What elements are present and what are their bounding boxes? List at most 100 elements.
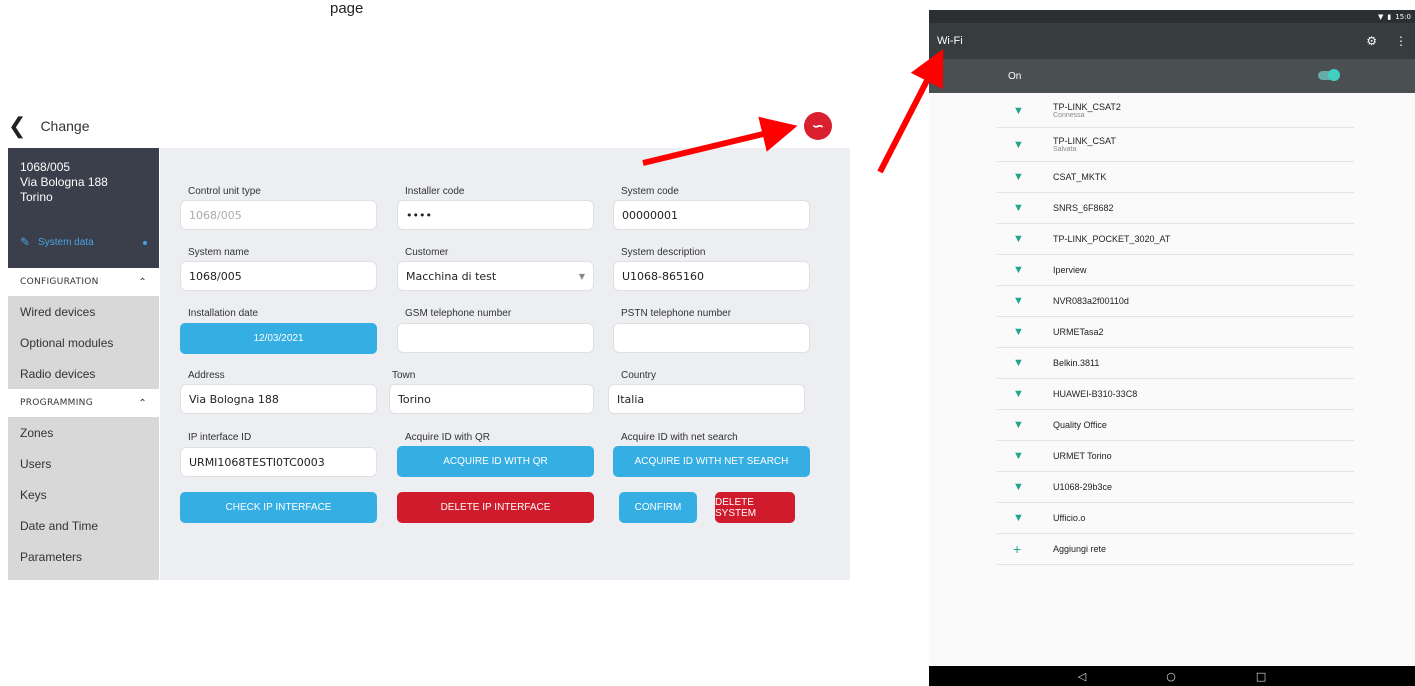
sidebar-item-parameters[interactable]: Parameters	[8, 541, 159, 572]
system-code-field[interactable]: 00000001	[613, 200, 810, 230]
navigation-bar: ◁ ○ □	[929, 666, 1415, 686]
battery-icon: ▮	[1387, 12, 1392, 21]
ip-interface-id-label: IP interface ID	[188, 432, 252, 443]
recents-square-icon[interactable]: □	[1256, 670, 1266, 683]
toggle-label: On	[1008, 70, 1022, 82]
delete-system-button[interactable]: DELETE SYSTEM	[715, 492, 795, 523]
address-label: Address	[188, 370, 225, 381]
list-item[interactable]: ▼ Iperview	[997, 255, 1354, 286]
system-description-field[interactable]: U1068-865160	[613, 261, 810, 291]
android-wifi-screen: ▼ ▮ 15:0 Wi-Fi ⚙ ⋮ On ▼ TP-LINK_CSAT2 Con…	[929, 10, 1415, 686]
wifi-locked-icon: ▼	[1013, 388, 1024, 400]
home-circle-icon[interactable]: ○	[1166, 670, 1176, 683]
chevron-up-icon: ⌃	[138, 397, 147, 409]
wifi-toolbar: Wi-Fi ⚙ ⋮	[929, 23, 1415, 59]
system-id: 1068/005	[20, 160, 71, 174]
app-header: ❮ Change	[8, 112, 178, 140]
back-chevron-icon[interactable]: ❮	[8, 114, 26, 139]
active-dot	[143, 240, 147, 245]
sidebar-item-users[interactable]: Users	[8, 448, 159, 479]
list-item[interactable]: ▼ Quality Office	[997, 410, 1354, 441]
pstn-number-field[interactable]	[613, 323, 810, 353]
top-note: page	[330, 0, 364, 17]
sidebar: 1068/005 Via Bologna 188 Torino ✎ System…	[8, 148, 159, 580]
town-field[interactable]: Torino	[389, 384, 594, 414]
wifi-locked-icon: ▼	[1013, 171, 1024, 183]
acquire-id-net-button[interactable]: ACQUIRE ID WITH NET SEARCH	[613, 446, 810, 477]
wifi-signal-icon: ▼	[1378, 12, 1384, 21]
sidebar-item-optional-modules[interactable]: Optional modules	[8, 327, 159, 358]
list-item[interactable]: ▼ Ufficio.o	[997, 503, 1354, 534]
list-item[interactable]: ▼ URMET Torino	[997, 441, 1354, 472]
wifi-locked-icon: ▼	[1013, 104, 1024, 117]
wifi-locked-icon: ▼	[1013, 326, 1024, 338]
sidebar-item-radio-devices[interactable]: Radio devices	[8, 358, 159, 389]
acquire-id-qr-button[interactable]: ACQUIRE ID WITH QR	[397, 446, 594, 477]
list-item[interactable]: ▼ TP-LINK_CSAT2 Connessa	[997, 94, 1354, 128]
pencil-icon: ✎	[20, 235, 31, 249]
overflow-menu-icon[interactable]: ⋮	[1395, 34, 1407, 48]
customer-select[interactable]: Macchina di test ▼	[397, 261, 594, 291]
wifi-toggle-row[interactable]: On	[929, 59, 1415, 93]
delete-ip-interface-button[interactable]: DELETE IP INTERFACE	[397, 492, 594, 523]
system-description-label: System description	[621, 247, 706, 258]
ip-interface-id-field[interactable]: URMI1068TESTI0TC0003	[180, 447, 377, 477]
list-item[interactable]: ▼ URMETasa2	[997, 317, 1354, 348]
sidebar-item-wired-devices[interactable]: Wired devices	[8, 296, 159, 327]
list-item[interactable]: ▼ CSAT_MKTK	[997, 162, 1354, 193]
plus-icon: +	[1013, 541, 1022, 557]
back-triangle-icon[interactable]: ◁	[1078, 670, 1086, 683]
sidebar-item-date-time[interactable]: Date and Time	[8, 510, 159, 541]
gear-icon[interactable]: ⚙	[1366, 34, 1377, 48]
gsm-number-label: GSM telephone number	[405, 308, 512, 319]
caret-down-icon: ▼	[578, 271, 585, 281]
system-name-field[interactable]: 1068/005	[180, 261, 377, 291]
country-label: Country	[621, 370, 657, 381]
acquire-qr-label: Acquire ID with QR	[405, 432, 491, 443]
wifi-locked-icon: ▼	[1013, 419, 1024, 431]
list-item[interactable]: ▼ U1068-29b3ce	[997, 472, 1354, 503]
wifi-locked-icon: ▼	[1013, 357, 1024, 369]
wifi-open-icon: ▼	[1013, 512, 1024, 524]
control-unit-type-field: 1068/005	[180, 200, 377, 230]
wifi-locked-icon: ▼	[1013, 264, 1024, 276]
list-item[interactable]: ▼ SNRS_6F8682	[997, 193, 1354, 224]
status-bar: ▼ ▮ 15:0	[929, 10, 1415, 23]
arrow-to-wifi-title	[877, 48, 944, 174]
wifi-locked-icon: ▼	[1013, 138, 1024, 151]
confirm-button[interactable]: CONFIRM	[619, 492, 697, 523]
add-network-item[interactable]: + Aggiungi rete	[997, 534, 1354, 565]
list-item[interactable]: ▼ HUAWEI-B310-33C8	[997, 379, 1354, 410]
system-form: Control unit type 1068/005 Installer cod…	[160, 148, 850, 580]
address-field[interactable]: Via Bologna 188	[180, 384, 377, 414]
country-field[interactable]: Italia	[608, 384, 805, 414]
chevron-up-icon: ⌃	[138, 276, 147, 288]
installation-date-picker[interactable]: 12/03/2021	[180, 323, 377, 354]
gsm-number-field[interactable]	[397, 323, 594, 353]
wifi-locked-icon: ▼	[1013, 450, 1024, 462]
check-ip-interface-button[interactable]: CHECK IP INTERFACE	[180, 492, 377, 523]
wifi-locked-icon: ▼	[1013, 233, 1024, 245]
wifi-title: Wi-Fi	[937, 35, 963, 47]
pstn-number-label: PSTN telephone number	[621, 308, 732, 319]
system-summary: 1068/005 Via Bologna 188 Torino ✎ System…	[8, 148, 159, 268]
town-label: Town	[392, 370, 416, 381]
installer-code-field[interactable]: ••••	[397, 200, 594, 230]
wifi-toggle-switch[interactable]	[1318, 69, 1340, 81]
sidebar-item-system-data[interactable]: ✎ System data	[8, 235, 159, 250]
list-item[interactable]: ▼ Belkin.3811	[997, 348, 1354, 379]
page-title: Change	[40, 118, 90, 134]
sidebar-item-keys[interactable]: Keys	[8, 479, 159, 510]
list-item[interactable]: ▼ NVR083a2f00110d	[997, 286, 1354, 317]
section-programming[interactable]: PROGRAMMING ⌃	[8, 389, 159, 417]
broken-link-icon[interactable]: ∽	[804, 112, 832, 140]
list-item[interactable]: ▼ TP-LINK_CSAT Salvata	[997, 128, 1354, 162]
network-list: ▼ TP-LINK_CSAT2 Connessa ▼ TP-LINK_CSAT Sa…	[997, 94, 1354, 565]
list-item[interactable]: ▼ TP-LINK_POCKET_3020_AT	[997, 224, 1354, 255]
sidebar-item-zones[interactable]: Zones	[8, 417, 159, 448]
section-configuration[interactable]: CONFIGURATION ⌃	[8, 268, 159, 296]
wifi-locked-icon: ▼	[1013, 202, 1024, 214]
acquire-net-label: Acquire ID with net search	[621, 432, 738, 443]
sidebar-item-label: System data	[38, 237, 94, 248]
installation-date-label: Installation date	[188, 308, 259, 319]
